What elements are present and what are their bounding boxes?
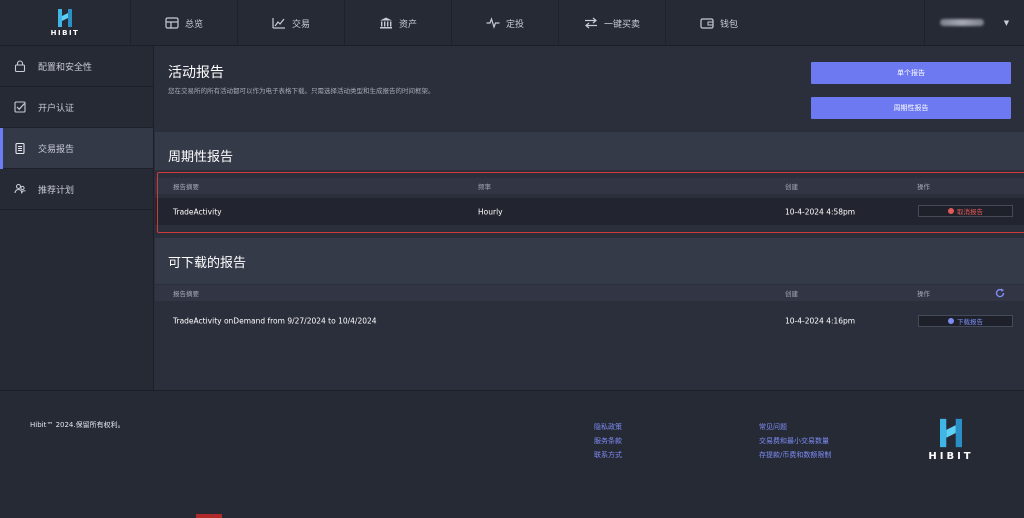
- sidebar-item-label: 配置和安全性: [38, 62, 93, 73]
- report-summary: TradeActivity onDemand from 9/27/2024 to…: [173, 316, 377, 325]
- footer-logo: HIBIT: [926, 418, 976, 462]
- column-header-summary: 报告摘要: [173, 290, 199, 298]
- download-report-label: 下载报告: [957, 318, 983, 326]
- download-report-button[interactable]: 下载报告: [918, 315, 1013, 327]
- footer-link-terms[interactable]: 服务条款: [594, 436, 622, 446]
- nav-item-label: 一键买卖: [603, 19, 640, 30]
- clipboard-icon: [15, 142, 25, 154]
- hibit-logo-icon: [58, 9, 72, 27]
- settings-sidebar: 配置和安全性 开户认证 交易报告 推荐计划: [0, 46, 154, 390]
- wallet-icon: [700, 18, 714, 29]
- lock-icon: [14, 60, 26, 72]
- nav-item-quick-trade[interactable]: 一键买卖: [558, 0, 665, 46]
- checkbox-icon: [14, 101, 26, 113]
- nav-item-trade[interactable]: 交易: [237, 0, 344, 46]
- main-content: 活动报告 您在交易所的所有活动都可以作为电子表格下载。只需选择活动类型和生成报告…: [155, 46, 1024, 390]
- footer-link-privacy[interactable]: 隐私政策: [594, 422, 622, 432]
- scroll-indicator: [196, 514, 222, 518]
- nav-item-assets[interactable]: 资产: [344, 0, 451, 46]
- chart-line-icon: [272, 18, 285, 29]
- report-created: 10-4-2024 4:16pm: [785, 316, 856, 325]
- footer-link-contact[interactable]: 联系方式: [594, 450, 622, 460]
- footer: Hibit™ 2024.保留所有权利。 隐私政策 服务条款 联系方式 常见问题 …: [0, 390, 1024, 518]
- downloadable-table-header: 报告摘要 创建 操作: [155, 285, 1024, 301]
- periodic-report-button[interactable]: 周期性报告: [811, 97, 1011, 119]
- downloadable-reports-header: [155, 238, 1024, 284]
- download-icon: [948, 318, 954, 324]
- nav-item-wallet[interactable]: 钱包: [665, 0, 772, 46]
- sidebar-item-label: 推荐计划: [38, 185, 75, 196]
- refresh-icon[interactable]: [995, 288, 1005, 298]
- periodic-reports-header: [155, 132, 1024, 170]
- sidebar-item-referral[interactable]: 推荐计划: [0, 169, 153, 210]
- sidebar-item-trade-reports[interactable]: 交易报告: [0, 128, 153, 169]
- users-icon: [14, 183, 26, 194]
- footer-copyright: Hibit™ 2024.保留所有权利。: [30, 421, 125, 429]
- nav-item-label: 总览: [184, 19, 203, 30]
- logo-wordmark: HIBIT: [50, 29, 80, 37]
- nav-item-label: 交易: [291, 19, 310, 30]
- dashboard-icon: [165, 17, 179, 29]
- footer-link-faq[interactable]: 常见问题: [759, 422, 831, 432]
- nav-item-label: 资产: [398, 19, 417, 30]
- periodic-reports-title: 周期性报告: [168, 150, 234, 165]
- page-title: 活动报告: [168, 65, 224, 81]
- footer-link-limits[interactable]: 存提款/币费和数额限制: [759, 450, 831, 460]
- sidebar-item-security[interactable]: 配置和安全性: [0, 46, 153, 87]
- single-report-button[interactable]: 单个报告: [811, 62, 1011, 84]
- footer-link-fees[interactable]: 交易费和最小交易数量: [759, 436, 831, 446]
- periodic-table-highlight: [157, 172, 1024, 233]
- footer-links-legal: 隐私政策 服务条款 联系方式: [594, 422, 622, 460]
- nav-item-label: 定投: [505, 19, 524, 30]
- username-redacted: [939, 19, 984, 26]
- downloadable-reports-title: 可下载的报告: [168, 256, 247, 271]
- nav-item-recurring-buy[interactable]: 定投: [451, 0, 558, 46]
- nav-item-overview[interactable]: 总览: [130, 0, 237, 46]
- nav-item-label: 钱包: [719, 19, 738, 30]
- page-description: 您在交易所的所有活动都可以作为电子表格下载。只需选择活动类型和生成报告的时间框架…: [168, 87, 435, 95]
- main-nav: 总览 交易 资产 定投 一键买卖 钱包: [130, 0, 772, 46]
- bank-icon: [379, 17, 392, 29]
- column-header-created: 创建: [785, 290, 798, 298]
- swap-icon: [584, 17, 597, 29]
- chevron-down-icon[interactable]: ▼: [1004, 19, 1009, 27]
- sidebar-item-label: 开户认证: [38, 103, 75, 114]
- pulse-icon: [486, 17, 500, 29]
- table-row: TradeActivity onDemand from 9/27/2024 to…: [155, 307, 1024, 334]
- sidebar-item-label: 交易报告: [38, 144, 75, 155]
- hibit-logo-icon: [940, 418, 962, 448]
- logo-wordmark: HIBIT: [928, 451, 974, 462]
- column-header-action: 操作: [917, 290, 930, 298]
- sidebar-item-verification[interactable]: 开户认证: [0, 87, 153, 128]
- hibit-logo[interactable]: HIBIT: [0, 0, 130, 46]
- footer-links-help: 常见问题 交易费和最小交易数量 存提款/币费和数额限制: [759, 422, 831, 460]
- top-navbar: HIBIT 总览 交易 资产 定投 一键买卖 钱包 ▼: [0, 0, 1024, 46]
- user-menu[interactable]: ▼: [924, 0, 1024, 45]
